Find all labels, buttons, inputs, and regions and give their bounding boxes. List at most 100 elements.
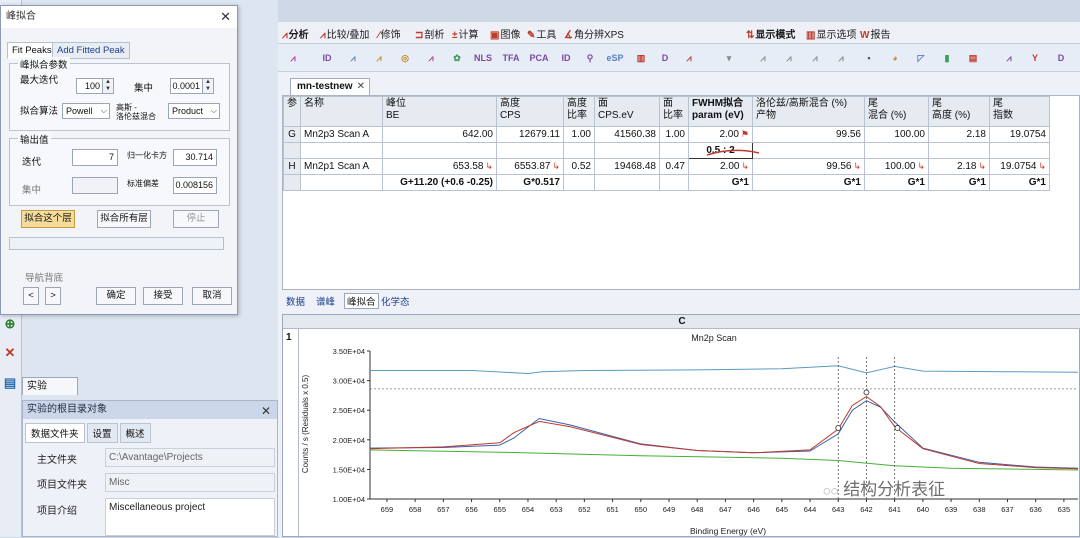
close-icon[interactable]: ✕ <box>220 6 231 28</box>
cell-theight-constraint[interactable]: G*1 <box>928 174 990 191</box>
tab-peaks[interactable]: 谱峰 <box>316 294 335 308</box>
cell-tail-height[interactable] <box>928 142 990 159</box>
display-stack-icon[interactable]: ⩘ <box>778 49 800 67</box>
menu-arxps[interactable]: ∡角分辨XPS <box>564 26 624 41</box>
pca-icon[interactable]: PCA <box>528 49 550 67</box>
cell-area[interactable]: 19468.48 <box>594 158 660 175</box>
menu-image[interactable]: ▣图像 <box>490 26 520 41</box>
nls-icon[interactable]: NLS <box>472 49 494 67</box>
mix-select[interactable]: Product ⌵ <box>168 103 220 119</box>
tree-remove-icon[interactable]: ✕ <box>2 345 18 361</box>
peak-handle-marker[interactable] <box>835 425 842 431</box>
tab-chemical-state[interactable]: 化学态 <box>381 294 410 308</box>
cell-height[interactable] <box>496 142 564 159</box>
algorithm-select[interactable]: Powell ⌵ <box>62 103 110 119</box>
menu-compare-overlay[interactable]: ⩘比较/叠加 <box>320 26 369 41</box>
table-row[interactable]: G Mn2p3 Scan A 642.00 12679.11 1.00 4156… <box>283 126 1050 143</box>
deconvolve-icon[interactable]: ✿ <box>446 49 468 67</box>
table-row[interactable]: H Mn2p1 Scan A 653.58 ↳ 6553.87 ↳ 0.52 194… <box>283 158 1050 175</box>
experiment-tab[interactable]: 实验 <box>22 377 78 395</box>
cell-height[interactable]: 6553.87 ↳ <box>496 158 564 175</box>
cell-be[interactable]: 653.58 ↳ <box>382 158 497 175</box>
project-folder-field[interactable]: Misc <box>105 473 275 492</box>
tab-data-folder[interactable]: 数据文件夹 <box>25 423 85 443</box>
id-icon[interactable]: ID <box>555 49 577 67</box>
chart-icon[interactable]: ▥ <box>630 49 652 67</box>
cell-tail-mix[interactable]: 100.00 ↳ <box>864 158 929 175</box>
save-icon[interactable]: ▪ <box>858 49 880 67</box>
menu-tools[interactable]: ✎工具 <box>527 26 556 41</box>
xps-chart[interactable]: Mn2p Scan Counts / s (Residuals x 0.5) B… <box>300 329 1080 537</box>
stop-button[interactable]: 停止 <box>173 210 219 228</box>
cell-name[interactable]: Mn2p1 Scan A <box>300 158 383 175</box>
cell-area[interactable] <box>594 142 660 159</box>
cell-name[interactable] <box>300 142 383 159</box>
esp-icon[interactable]: eSP <box>604 49 626 67</box>
cell-tail-height[interactable]: 2.18 ↳ <box>928 158 990 175</box>
main-folder-field[interactable]: C:\Avantage\Projects <box>105 448 275 467</box>
map-icon[interactable]: ▤ <box>962 49 984 67</box>
background-icon[interactable]: ⩘ <box>368 49 390 67</box>
convergence-spinner[interactable]: 0.0001 ▲ ▼ <box>170 78 214 94</box>
fit-layer-button[interactable]: 拟合这个层 <box>21 210 75 228</box>
close-icon[interactable]: ✕ <box>357 79 365 94</box>
tab-settings[interactable]: 设置 <box>86 423 118 443</box>
close-icon[interactable]: ✕ <box>261 402 271 420</box>
menu-display-options[interactable]: ▥显示选项 <box>806 26 856 41</box>
y-icon[interactable]: Y <box>1024 49 1046 67</box>
pie-icon[interactable]: ◕ <box>884 49 906 67</box>
cell-height-constraint[interactable]: G*0.517 <box>496 174 564 191</box>
cell-area-ratio[interactable] <box>659 174 689 191</box>
cell-height-ratio[interactable]: 0.52 <box>563 158 595 175</box>
menu-modify[interactable]: ∕修饰 <box>378 26 401 41</box>
cell-height-ratio[interactable] <box>563 174 595 191</box>
cell-lg-mix[interactable]: 99.56 <box>752 126 865 143</box>
cell-name[interactable] <box>300 174 383 191</box>
peak-id-icon[interactable]: ID <box>316 49 338 67</box>
overflow-icon[interactable]: ▾ <box>718 49 740 67</box>
tree-chart-icon[interactable]: ▤ <box>2 375 18 391</box>
cell-tmix-constraint[interactable]: G*1 <box>864 174 929 191</box>
menu-calculate[interactable]: ±计算 <box>452 26 479 41</box>
ok-button[interactable]: 确定 <box>96 287 136 305</box>
profile-icon[interactable]: ⩘ <box>998 49 1020 67</box>
tab-peak-fit[interactable]: 峰拟合 <box>344 293 379 309</box>
fit-icon[interactable]: ⩘ <box>342 49 364 67</box>
cell-area-ratio[interactable] <box>659 142 689 159</box>
cell-name[interactable]: Mn2p3 Scan A <box>300 126 383 143</box>
table-row[interactable]: G+11.20 (+0.6 -0.25) G*0.517 G*1 G*1 G*1… <box>283 174 1050 191</box>
tree-add-icon[interactable]: ⊕ <box>2 316 18 332</box>
menu-report[interactable]: W报告 <box>860 26 890 41</box>
cell-lg-mix[interactable] <box>752 142 865 159</box>
smooth-icon[interactable]: ⩘ <box>420 49 442 67</box>
menu-analysis[interactable]: ⩘分析 <box>282 26 309 41</box>
search-icon[interactable]: ⚲ <box>579 49 601 67</box>
display-offset-icon[interactable]: ⩘ <box>804 49 826 67</box>
tab-data[interactable]: 数据 <box>286 294 305 308</box>
cell-texp-constraint[interactable]: G*1 <box>989 174 1050 191</box>
project-intro-field[interactable]: Miscellaneous project <box>105 498 275 536</box>
bar-chart-icon[interactable]: ▮ <box>936 49 958 67</box>
document-tab[interactable]: mn-testnew ✕ <box>290 78 370 95</box>
cell-height-ratio[interactable]: 1.00 <box>563 126 595 143</box>
display-line-icon[interactable]: ⩘ <box>752 49 774 67</box>
cell-tail-exp[interactable] <box>989 142 1050 159</box>
accept-button[interactable]: 接受 <box>143 287 183 305</box>
spin-arrows-icon[interactable]: ▲ ▼ <box>202 79 213 93</box>
display-fill-icon[interactable]: ⩘ <box>830 49 852 67</box>
peak-icon[interactable]: ⩘ <box>282 49 304 67</box>
peak-handle-marker[interactable] <box>894 425 901 431</box>
cell-height-ratio[interactable] <box>563 142 595 159</box>
max-iter-spinner[interactable]: 100 ▲ ▼ <box>76 78 114 94</box>
cell-tail-exp[interactable]: 19.0754 ↳ <box>989 158 1050 175</box>
cell-area-ratio[interactable]: 1.00 <box>659 126 689 143</box>
spin-arrows-icon[interactable]: ▲ ▼ <box>102 79 113 93</box>
cell-be-constraint[interactable]: G+11.20 (+0.6 -0.25) <box>382 174 497 191</box>
cell-tail-exp[interactable]: 19.0754 <box>989 126 1050 143</box>
cancel-button[interactable]: 取消 <box>192 287 232 305</box>
cell-fwhm-constraint[interactable]: G*1 <box>688 174 753 191</box>
peak-handle-marker[interactable] <box>863 389 870 396</box>
cell-tail-height[interactable]: 2.18 <box>928 126 990 143</box>
fit-all-button[interactable]: 拟合所有层 <box>97 210 151 228</box>
cell-be[interactable] <box>382 142 497 159</box>
